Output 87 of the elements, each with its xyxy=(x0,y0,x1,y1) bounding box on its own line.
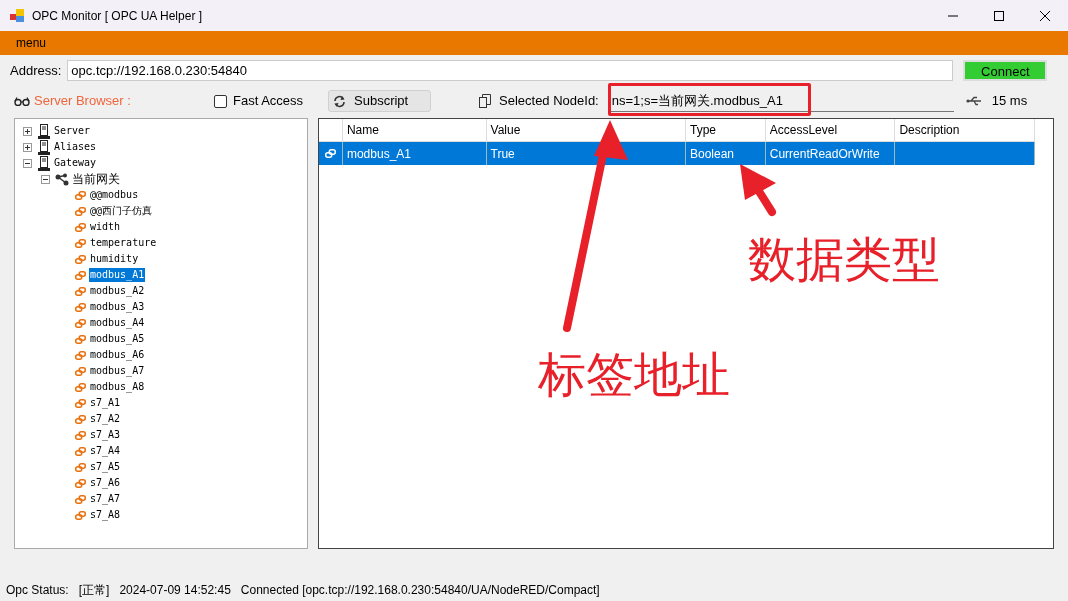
annotation-text: 标签地址 xyxy=(538,347,730,403)
status-state: [正常] xyxy=(78,581,110,599)
tree-item[interactable]: humidity xyxy=(89,252,140,266)
address-field[interactable]: opc.tcp://192.168.0.230:54840 xyxy=(67,60,954,81)
tree-item[interactable]: s7_A1 xyxy=(89,396,122,410)
tag-link-icon xyxy=(74,382,86,392)
tree-item[interactable]: temperature xyxy=(89,236,158,250)
address-label: Address: xyxy=(10,61,62,80)
tree-item[interactable]: modbus_A2 xyxy=(89,284,146,298)
tag-link-icon xyxy=(74,398,86,408)
tree-item[interactable]: modbus_A6 xyxy=(89,348,146,362)
server-browser-label: Server Browser : xyxy=(34,92,132,111)
tree-item[interactable]: @@西门子仿真 xyxy=(89,204,154,218)
tree-item[interactable]: s7_A4 xyxy=(89,444,122,458)
tree-item[interactable]: s7_A7 xyxy=(89,492,122,506)
tag-link-icon xyxy=(74,302,86,312)
tag-link-icon xyxy=(74,254,86,264)
glasses-icon xyxy=(14,96,30,106)
tag-link-icon xyxy=(74,238,86,248)
tree-item[interactable]: width xyxy=(89,220,122,234)
nodes-icon xyxy=(54,172,70,186)
table-cell-text: Boolean xyxy=(689,145,734,163)
tag-link-icon xyxy=(74,286,86,296)
tree-item[interactable]: modbus_A3 xyxy=(89,300,146,314)
tag-link-icon xyxy=(74,206,86,216)
tag-link-icon xyxy=(74,190,86,200)
collapse-icon[interactable] xyxy=(41,174,50,184)
collapse-icon[interactable] xyxy=(23,158,32,168)
app-icon xyxy=(10,9,24,22)
tree-item[interactable]: modbus_A7 xyxy=(89,364,146,378)
arrow xyxy=(740,164,776,216)
tree-item[interactable]: modbus_A5 xyxy=(89,332,146,346)
expand-icon[interactable] xyxy=(23,126,32,136)
tag-link-icon xyxy=(74,510,86,520)
server-icon xyxy=(38,123,50,139)
fast-access-label: Fast Access xyxy=(233,92,305,111)
column-header[interactable]: AccessLevel xyxy=(765,119,896,141)
tag-link-icon xyxy=(74,350,86,360)
tree-item[interactable]: Server xyxy=(53,124,92,138)
tag-link-icon xyxy=(74,222,86,232)
tree-item[interactable]: s7_A2 xyxy=(89,412,122,426)
menu-item[interactable]: menu xyxy=(16,34,47,52)
latency-text: 15 ms xyxy=(991,92,1028,111)
tree-item[interactable]: modbus_A1 xyxy=(89,268,146,282)
tree-item[interactable]: @@modbus xyxy=(89,188,140,202)
table-cell-text: CurrentReadOrWrite xyxy=(769,145,880,163)
status-time: 2024-07-09 14:52:45 xyxy=(119,581,231,599)
tag-link-icon xyxy=(324,149,336,158)
tree-item[interactable]: Aliases xyxy=(53,140,98,154)
status-message: Connected [opc.tcp://192.168.0.230:54840/UA/NodeRED/Compact] xyxy=(240,581,600,599)
tag-link-icon xyxy=(74,430,86,440)
tree-item[interactable]: modbus_A8 xyxy=(89,380,146,394)
table-cell-text: modbus_A1 xyxy=(346,145,411,163)
tree-item[interactable]: s7_A8 xyxy=(89,508,122,522)
connect-button[interactable]: Connect xyxy=(963,60,1048,81)
window-title: OPC Monitor [ OPC UA Helper ] xyxy=(32,7,203,25)
table-row[interactable]: modbus_A1 True Boolean CurrentReadOrWrite xyxy=(319,142,1035,165)
tag-link-icon xyxy=(74,414,86,424)
tree-item[interactable]: 当前网关 xyxy=(71,172,121,186)
tree-item[interactable]: s7_A3 xyxy=(89,428,122,442)
server-icon xyxy=(38,155,50,171)
tree-item[interactable]: s7_A5 xyxy=(89,460,122,474)
usb-icon xyxy=(965,96,982,106)
refresh-icon xyxy=(333,94,346,108)
tag-link-icon xyxy=(74,478,86,488)
column-header[interactable]: Type xyxy=(685,119,766,141)
status-label: Opc Status: xyxy=(6,581,69,599)
fast-access-checkbox[interactable] xyxy=(214,94,227,108)
tag-link-icon xyxy=(74,334,86,344)
node-id-label: Selected NodeId: xyxy=(499,92,599,111)
tag-link-icon xyxy=(74,494,86,504)
annotation-text: 数据类型 xyxy=(748,232,940,288)
expand-icon[interactable] xyxy=(23,142,32,152)
tree-item[interactable]: s7_A6 xyxy=(89,476,122,490)
copy-icon[interactable] xyxy=(479,94,491,108)
tag-link-icon xyxy=(74,462,86,472)
tag-link-icon xyxy=(74,318,86,328)
tag-link-icon xyxy=(74,446,86,456)
tree-item[interactable]: Gateway xyxy=(53,156,98,170)
tag-link-icon xyxy=(74,366,86,376)
server-icon xyxy=(38,139,50,155)
tree-item[interactable]: modbus_A4 xyxy=(89,316,146,330)
column-header[interactable]: Name xyxy=(342,119,487,141)
column-header[interactable]: Description xyxy=(895,119,1035,141)
tag-link-icon xyxy=(74,270,86,280)
table-cell-text: True xyxy=(490,145,515,163)
subscript-button[interactable]: Subscript xyxy=(328,90,431,112)
